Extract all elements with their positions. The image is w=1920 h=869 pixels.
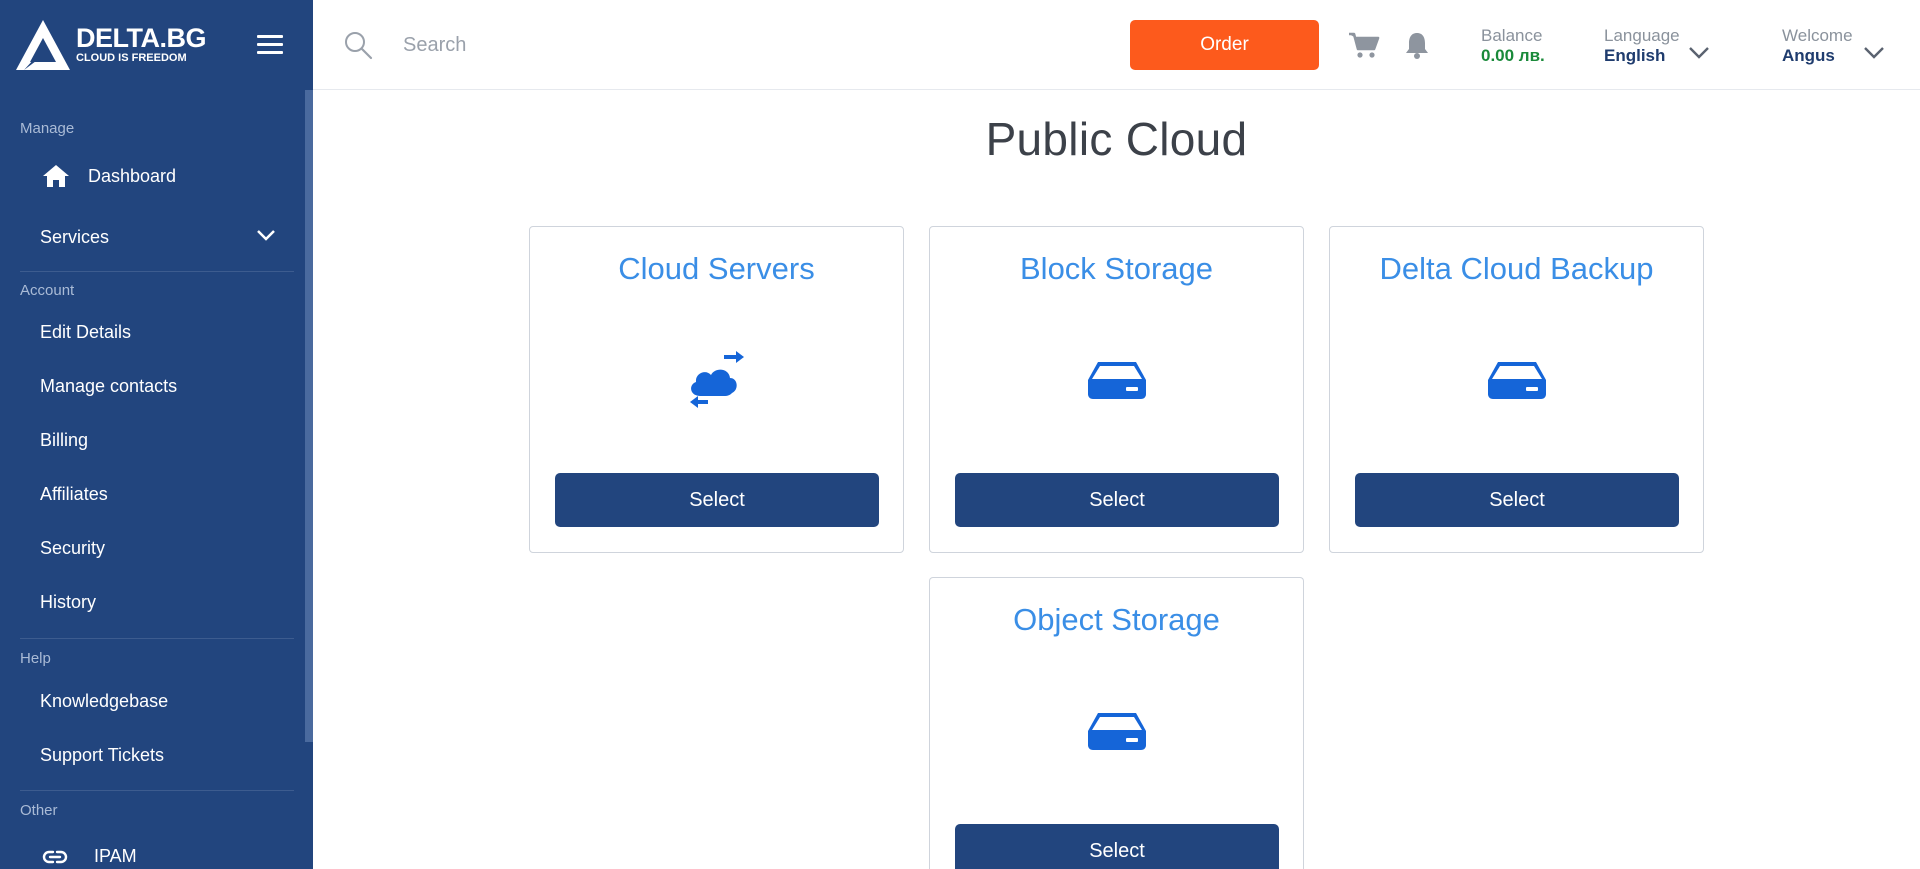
sidebar-item-label: Manage contacts [40,376,178,396]
top-header: Order Balance 0.00 лв. Language English … [313,0,1920,90]
sidebar-item-label: Security [40,538,106,558]
sidebar: DELTA.BG CLOUD IS FREEDOM Manage Dashboa… [0,0,313,869]
logo-text: DELTA.BG CLOUD IS FREEDOM [76,23,207,65]
sidebar-item-label: History [40,592,97,612]
sidebar-item-label: Services [40,226,110,247]
card-title: Cloud Servers [618,251,815,286]
sidebar-divider [20,638,294,639]
bell-icon[interactable] [1403,30,1431,60]
language-value: English [1604,46,1666,65]
select-button[interactable]: Select [1355,473,1679,527]
storage-drive-icon [1087,362,1146,399]
sidebar-item-ipam[interactable]: IPAM [0,844,137,868]
sidebar-item-affiliates[interactable]: Affiliates [0,484,108,505]
sidebar-section-help: Help [20,650,51,667]
sidebar-item-label: Knowledgebase [40,691,169,711]
menu-toggle-icon[interactable] [257,35,283,55]
welcome-label: Welcome [1782,26,1853,45]
language-label: Language [1604,26,1680,45]
user-menu[interactable]: Welcome Angus [1782,26,1853,66]
page-title: Public Cloud [985,113,1248,165]
sidebar-item-billing[interactable]: Billing [0,430,88,451]
cloud-sync-icon [689,351,744,408]
search-input[interactable] [403,28,823,62]
sidebar-section-other: Other [20,802,58,819]
user-name: Angus [1782,46,1835,65]
home-icon [43,165,69,187]
storage-drive-icon [1087,713,1146,750]
card-title: Block Storage [1020,251,1213,286]
sidebar-divider [20,790,294,791]
select-button[interactable]: Select [955,824,1279,869]
sidebar-item-manage-contacts[interactable]: Manage contacts [0,376,177,397]
sidebar-item-label: Support Tickets [40,745,165,765]
sidebar-item-label: Edit Details [40,322,132,342]
chevron-down-icon [257,230,275,241]
order-button[interactable]: Order [1130,20,1319,70]
sidebar-item-security[interactable]: Security [0,538,105,559]
sidebar-scrollbar[interactable] [305,90,313,742]
card-title: Delta Cloud Backup [1379,251,1654,286]
sidebar-item-label: Affiliates [40,484,108,504]
search-icon[interactable] [343,30,373,60]
sidebar-item-label: Billing [40,430,89,450]
balance-value: 0.00 лв. [1481,46,1545,65]
sidebar-divider [20,271,294,272]
sidebar-section-account: Account [20,282,75,299]
sidebar-item-label: IPAM [94,845,137,866]
product-card-delta-cloud-backup: Delta Cloud Backup Select [1329,226,1704,553]
select-button[interactable]: Select [955,473,1279,527]
sidebar-item-services[interactable]: Services [0,224,313,250]
chevron-down-icon[interactable] [1863,45,1885,59]
product-card-block-storage: Block Storage Select [929,226,1304,553]
sidebar-item-support-tickets[interactable]: Support Tickets [0,745,164,766]
link-icon [42,850,68,864]
chevron-down-icon[interactable] [1688,45,1710,59]
brand-name: DELTA.BG [76,23,207,53]
sidebar-item-dashboard[interactable]: Dashboard [0,163,176,189]
sidebar-section-manage: Manage [20,120,75,137]
storage-drive-icon [1487,362,1546,399]
balance-block: Balance 0.00 лв. [1481,26,1545,66]
product-card-object-storage: Object Storage Select [929,577,1304,869]
delta-logo-icon[interactable] [14,18,72,72]
logo-bar: DELTA.BG CLOUD IS FREEDOM [0,0,313,90]
card-title: Object Storage [1013,602,1220,637]
sidebar-item-label: Dashboard [88,165,177,186]
brand-tagline: CLOUD IS FREEDOM [76,52,187,64]
product-card-cloud-servers: Cloud Servers Select [529,226,904,553]
sidebar-item-history[interactable]: History [0,592,96,613]
select-button[interactable]: Select [555,473,879,527]
cart-icon[interactable] [1348,31,1380,59]
sidebar-item-edit-details[interactable]: Edit Details [0,322,131,343]
language-selector[interactable]: Language English [1604,26,1680,66]
sidebar-item-knowledgebase[interactable]: Knowledgebase [0,691,168,712]
balance-label: Balance [1481,26,1543,45]
